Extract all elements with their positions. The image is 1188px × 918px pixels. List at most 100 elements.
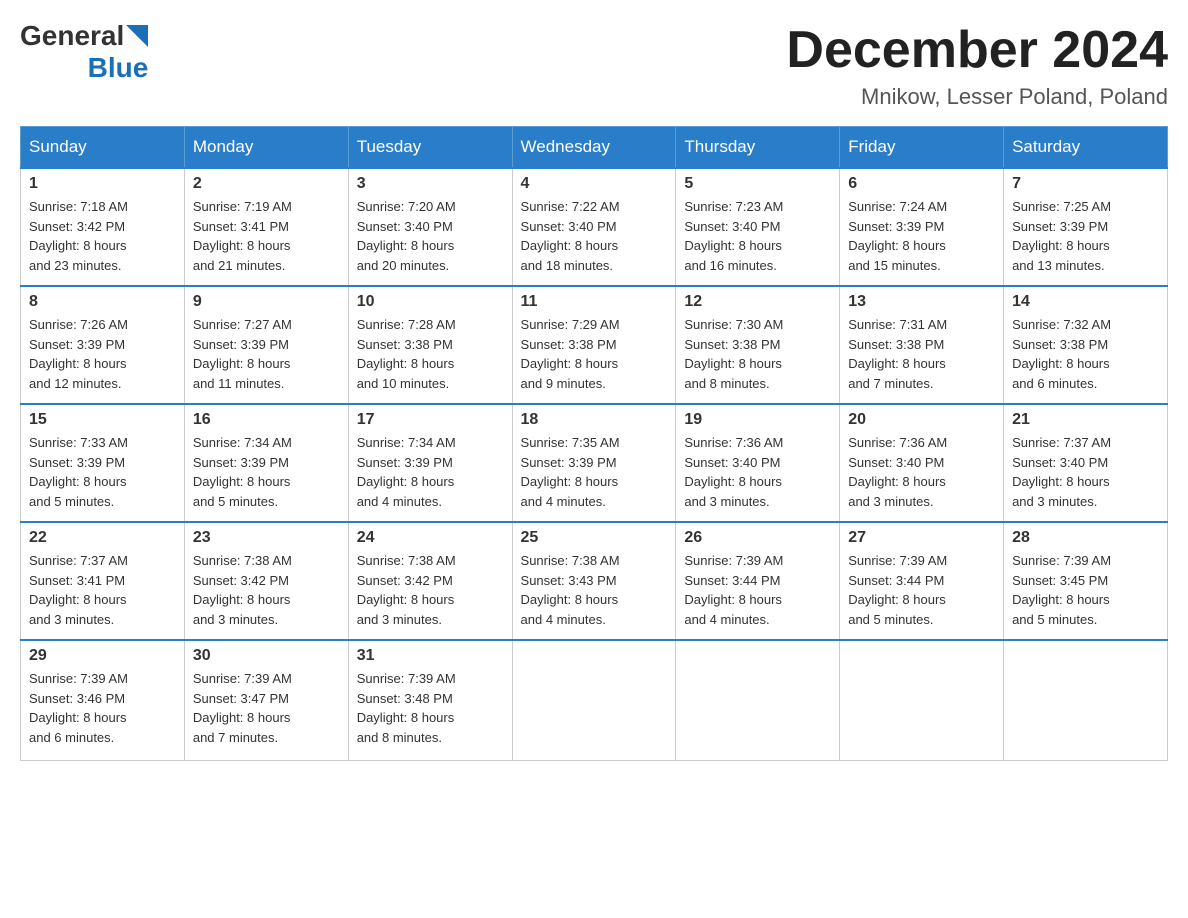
day-number: 13 xyxy=(848,293,995,311)
calendar-subtitle: Mnikow, Lesser Poland, Poland xyxy=(786,84,1168,110)
day-number: 16 xyxy=(193,411,340,429)
day-info: Sunrise: 7:26 AM Sunset: 3:39 PM Dayligh… xyxy=(29,315,176,393)
table-row: 21 Sunrise: 7:37 AM Sunset: 3:40 PM Dayl… xyxy=(1004,404,1168,522)
day-number: 9 xyxy=(193,293,340,311)
day-info: Sunrise: 7:24 AM Sunset: 3:39 PM Dayligh… xyxy=(848,197,995,275)
table-row: 26 Sunrise: 7:39 AM Sunset: 3:44 PM Dayl… xyxy=(676,522,840,640)
day-number: 31 xyxy=(357,647,504,665)
day-info: Sunrise: 7:22 AM Sunset: 3:40 PM Dayligh… xyxy=(521,197,668,275)
day-info: Sunrise: 7:39 AM Sunset: 3:46 PM Dayligh… xyxy=(29,669,176,747)
col-sunday: Sunday xyxy=(21,127,185,169)
day-info: Sunrise: 7:18 AM Sunset: 3:42 PM Dayligh… xyxy=(29,197,176,275)
table-row: 17 Sunrise: 7:34 AM Sunset: 3:39 PM Dayl… xyxy=(348,404,512,522)
day-info: Sunrise: 7:37 AM Sunset: 3:41 PM Dayligh… xyxy=(29,551,176,629)
col-tuesday: Tuesday xyxy=(348,127,512,169)
day-info: Sunrise: 7:23 AM Sunset: 3:40 PM Dayligh… xyxy=(684,197,831,275)
col-saturday: Saturday xyxy=(1004,127,1168,169)
table-row: 10 Sunrise: 7:28 AM Sunset: 3:38 PM Dayl… xyxy=(348,286,512,404)
header-row: Sunday Monday Tuesday Wednesday Thursday… xyxy=(21,127,1168,169)
day-info: Sunrise: 7:32 AM Sunset: 3:38 PM Dayligh… xyxy=(1012,315,1159,393)
day-number: 7 xyxy=(1012,175,1159,193)
table-row xyxy=(840,640,1004,760)
day-info: Sunrise: 7:36 AM Sunset: 3:40 PM Dayligh… xyxy=(848,433,995,511)
day-info: Sunrise: 7:19 AM Sunset: 3:41 PM Dayligh… xyxy=(193,197,340,275)
logo-general-text: General xyxy=(20,20,124,52)
table-row: 29 Sunrise: 7:39 AM Sunset: 3:46 PM Dayl… xyxy=(21,640,185,760)
col-monday: Monday xyxy=(184,127,348,169)
table-row: 16 Sunrise: 7:34 AM Sunset: 3:39 PM Dayl… xyxy=(184,404,348,522)
day-info: Sunrise: 7:39 AM Sunset: 3:44 PM Dayligh… xyxy=(848,551,995,629)
table-row: 14 Sunrise: 7:32 AM Sunset: 3:38 PM Dayl… xyxy=(1004,286,1168,404)
day-number: 14 xyxy=(1012,293,1159,311)
day-info: Sunrise: 7:27 AM Sunset: 3:39 PM Dayligh… xyxy=(193,315,340,393)
day-number: 15 xyxy=(29,411,176,429)
table-row: 22 Sunrise: 7:37 AM Sunset: 3:41 PM Dayl… xyxy=(21,522,185,640)
table-row: 11 Sunrise: 7:29 AM Sunset: 3:38 PM Dayl… xyxy=(512,286,676,404)
table-row: 13 Sunrise: 7:31 AM Sunset: 3:38 PM Dayl… xyxy=(840,286,1004,404)
day-info: Sunrise: 7:34 AM Sunset: 3:39 PM Dayligh… xyxy=(357,433,504,511)
day-info: Sunrise: 7:39 AM Sunset: 3:44 PM Dayligh… xyxy=(684,551,831,629)
day-number: 17 xyxy=(357,411,504,429)
day-number: 11 xyxy=(521,293,668,311)
day-info: Sunrise: 7:38 AM Sunset: 3:43 PM Dayligh… xyxy=(521,551,668,629)
table-row: 4 Sunrise: 7:22 AM Sunset: 3:40 PM Dayli… xyxy=(512,168,676,286)
table-row: 24 Sunrise: 7:38 AM Sunset: 3:42 PM Dayl… xyxy=(348,522,512,640)
day-number: 21 xyxy=(1012,411,1159,429)
table-row: 12 Sunrise: 7:30 AM Sunset: 3:38 PM Dayl… xyxy=(676,286,840,404)
day-info: Sunrise: 7:38 AM Sunset: 3:42 PM Dayligh… xyxy=(193,551,340,629)
day-info: Sunrise: 7:31 AM Sunset: 3:38 PM Dayligh… xyxy=(848,315,995,393)
day-number: 4 xyxy=(521,175,668,193)
day-number: 29 xyxy=(29,647,176,665)
table-row: 27 Sunrise: 7:39 AM Sunset: 3:44 PM Dayl… xyxy=(840,522,1004,640)
day-info: Sunrise: 7:34 AM Sunset: 3:39 PM Dayligh… xyxy=(193,433,340,511)
table-row: 23 Sunrise: 7:38 AM Sunset: 3:42 PM Dayl… xyxy=(184,522,348,640)
day-number: 27 xyxy=(848,529,995,547)
col-thursday: Thursday xyxy=(676,127,840,169)
table-row: 25 Sunrise: 7:38 AM Sunset: 3:43 PM Dayl… xyxy=(512,522,676,640)
table-row: 18 Sunrise: 7:35 AM Sunset: 3:39 PM Dayl… xyxy=(512,404,676,522)
day-number: 24 xyxy=(357,529,504,547)
day-number: 28 xyxy=(1012,529,1159,547)
day-number: 3 xyxy=(357,175,504,193)
table-row: 28 Sunrise: 7:39 AM Sunset: 3:45 PM Dayl… xyxy=(1004,522,1168,640)
day-info: Sunrise: 7:38 AM Sunset: 3:42 PM Dayligh… xyxy=(357,551,504,629)
logo-triangle-icon xyxy=(126,25,148,47)
day-info: Sunrise: 7:28 AM Sunset: 3:38 PM Dayligh… xyxy=(357,315,504,393)
table-row: 20 Sunrise: 7:36 AM Sunset: 3:40 PM Dayl… xyxy=(840,404,1004,522)
day-number: 23 xyxy=(193,529,340,547)
calendar-title: December 2024 xyxy=(786,20,1168,80)
day-info: Sunrise: 7:39 AM Sunset: 3:48 PM Dayligh… xyxy=(357,669,504,747)
day-info: Sunrise: 7:36 AM Sunset: 3:40 PM Dayligh… xyxy=(684,433,831,511)
day-info: Sunrise: 7:39 AM Sunset: 3:45 PM Dayligh… xyxy=(1012,551,1159,629)
table-row: 8 Sunrise: 7:26 AM Sunset: 3:39 PM Dayli… xyxy=(21,286,185,404)
day-info: Sunrise: 7:20 AM Sunset: 3:40 PM Dayligh… xyxy=(357,197,504,275)
day-info: Sunrise: 7:35 AM Sunset: 3:39 PM Dayligh… xyxy=(521,433,668,511)
col-wednesday: Wednesday xyxy=(512,127,676,169)
table-row xyxy=(1004,640,1168,760)
day-number: 1 xyxy=(29,175,176,193)
day-number: 18 xyxy=(521,411,668,429)
day-info: Sunrise: 7:29 AM Sunset: 3:38 PM Dayligh… xyxy=(521,315,668,393)
day-number: 8 xyxy=(29,293,176,311)
table-row xyxy=(676,640,840,760)
table-row: 5 Sunrise: 7:23 AM Sunset: 3:40 PM Dayli… xyxy=(676,168,840,286)
day-number: 20 xyxy=(848,411,995,429)
day-number: 5 xyxy=(684,175,831,193)
table-row: 6 Sunrise: 7:24 AM Sunset: 3:39 PM Dayli… xyxy=(840,168,1004,286)
day-number: 22 xyxy=(29,529,176,547)
table-row: 19 Sunrise: 7:36 AM Sunset: 3:40 PM Dayl… xyxy=(676,404,840,522)
title-area: December 2024 Mnikow, Lesser Poland, Pol… xyxy=(786,20,1168,110)
table-row: 2 Sunrise: 7:19 AM Sunset: 3:41 PM Dayli… xyxy=(184,168,348,286)
day-number: 25 xyxy=(521,529,668,547)
logo-blue-text: Blue xyxy=(88,52,149,84)
day-number: 10 xyxy=(357,293,504,311)
day-number: 2 xyxy=(193,175,340,193)
day-info: Sunrise: 7:39 AM Sunset: 3:47 PM Dayligh… xyxy=(193,669,340,747)
table-row: 3 Sunrise: 7:20 AM Sunset: 3:40 PM Dayli… xyxy=(348,168,512,286)
table-row: 7 Sunrise: 7:25 AM Sunset: 3:39 PM Dayli… xyxy=(1004,168,1168,286)
day-number: 19 xyxy=(684,411,831,429)
table-row: 15 Sunrise: 7:33 AM Sunset: 3:39 PM Dayl… xyxy=(21,404,185,522)
day-info: Sunrise: 7:30 AM Sunset: 3:38 PM Dayligh… xyxy=(684,315,831,393)
day-info: Sunrise: 7:33 AM Sunset: 3:39 PM Dayligh… xyxy=(29,433,176,511)
day-number: 30 xyxy=(193,647,340,665)
